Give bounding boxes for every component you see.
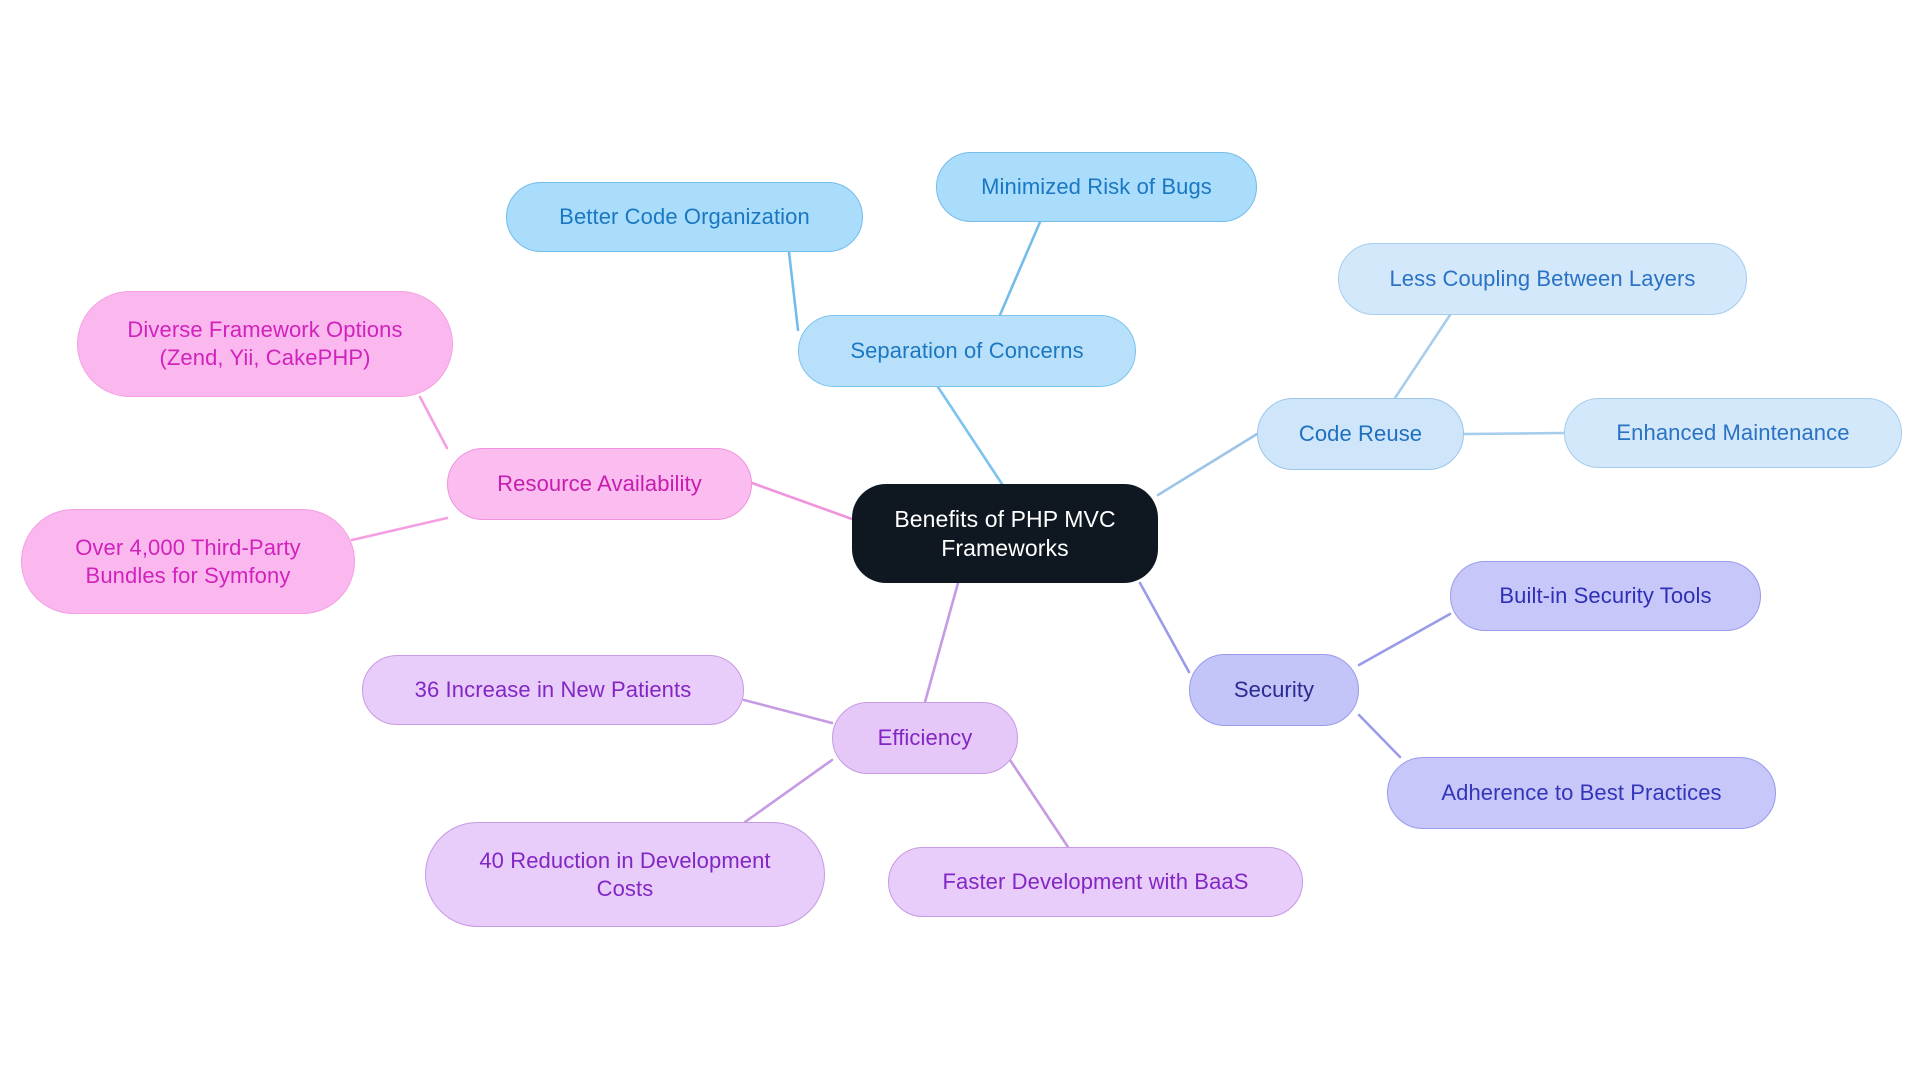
edge-root-efficiency <box>923 581 960 704</box>
node-third-party-bundles-for-symfony[interactable]: Over 4,000 Third-Party Bundles for Symfo… <box>21 509 355 614</box>
edge-root-code-reuse <box>1156 432 1259 497</box>
node-enhanced-maintenance[interactable]: Enhanced Maintenance <box>1564 398 1902 468</box>
node-separation-of-concerns[interactable]: Separation of Concerns <box>798 315 1136 387</box>
edge-root-resource <box>750 481 854 521</box>
node-label: Resource Availability <box>497 471 702 497</box>
node-label: Minimized Risk of Bugs <box>981 174 1212 200</box>
node-label: Security <box>1233 677 1315 703</box>
node-label: Better Code Organization <box>559 204 810 230</box>
edge-resource-bundles <box>350 516 449 542</box>
edge-root-separation <box>936 385 1004 486</box>
node-label: Benefits of PHP MVC Frameworks <box>894 505 1116 561</box>
edge-resource-diverse <box>418 395 449 450</box>
node-efficiency[interactable]: Efficiency <box>832 702 1018 774</box>
node-label: Less Coupling Between Layers <box>1389 266 1696 292</box>
node-label: Code Reuse <box>1298 421 1423 447</box>
node-label: Faster Development with BaaS <box>942 869 1249 895</box>
node-less-coupling-between-layers[interactable]: Less Coupling Between Layers <box>1338 243 1747 315</box>
node-diverse-framework-options[interactable]: Diverse Framework Options (Zend, Yii, Ca… <box>77 291 453 397</box>
edge-code-reuse-less-coupling <box>1393 313 1452 400</box>
node-increase-in-new-patients[interactable]: 36 Increase in New Patients <box>362 655 744 725</box>
mindmap-canvas: Benefits of PHP MVC Frameworks Separation… <box>0 0 1920 1083</box>
node-label: 40 Reduction in Development Costs <box>479 847 771 901</box>
edge-efficiency-baas <box>1008 758 1070 849</box>
node-label: Enhanced Maintenance <box>1616 420 1850 446</box>
edge-efficiency-patients <box>742 698 834 725</box>
node-better-code-organization[interactable]: Better Code Organization <box>506 182 863 252</box>
edge-security-builtin <box>1357 612 1452 667</box>
node-built-in-security-tools[interactable]: Built-in Security Tools <box>1450 561 1761 631</box>
node-label: Over 4,000 Third-Party Bundles for Symfo… <box>75 534 301 588</box>
node-label: 36 Increase in New Patients <box>414 677 692 703</box>
edge-separation-better-code <box>787 250 800 332</box>
node-label: Diverse Framework Options (Zend, Yii, Ca… <box>127 317 403 370</box>
node-security[interactable]: Security <box>1189 654 1359 726</box>
node-faster-development-with-baas[interactable]: Faster Development with BaaS <box>888 847 1303 917</box>
node-label: Built-in Security Tools <box>1499 583 1712 609</box>
node-label: Adherence to Best Practices <box>1441 780 1722 806</box>
node-label: Separation of Concerns <box>850 338 1084 364</box>
node-minimized-risk-of-bugs[interactable]: Minimized Risk of Bugs <box>936 152 1257 222</box>
node-resource-availability[interactable]: Resource Availability <box>447 448 752 520</box>
node-adherence-to-best-practices[interactable]: Adherence to Best Practices <box>1387 757 1776 829</box>
node-root[interactable]: Benefits of PHP MVC Frameworks <box>852 484 1158 583</box>
edge-separation-minimized-risk <box>998 220 1042 317</box>
edge-root-security <box>1138 581 1191 674</box>
node-label: Efficiency <box>877 725 973 751</box>
edge-efficiency-costs <box>743 758 834 824</box>
node-code-reuse[interactable]: Code Reuse <box>1257 398 1464 470</box>
node-reduction-in-development-costs[interactable]: 40 Reduction in Development Costs <box>425 822 825 927</box>
edge-code-reuse-enhanced <box>1462 431 1566 436</box>
edge-security-adherence <box>1357 713 1402 759</box>
